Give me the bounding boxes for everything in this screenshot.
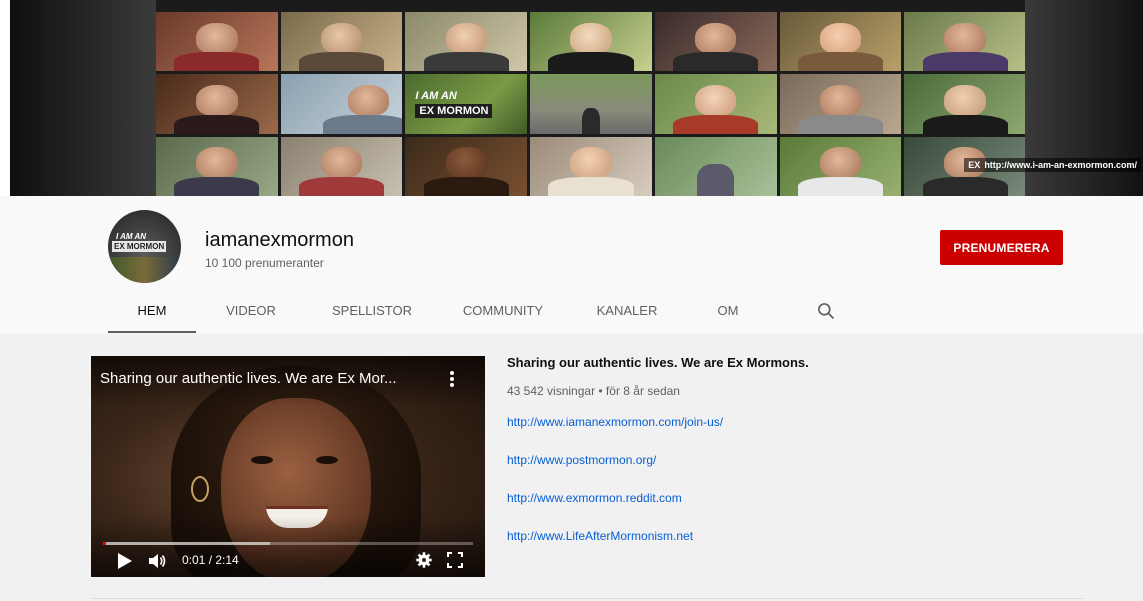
banner-photo	[156, 74, 278, 134]
fullscreen-icon[interactable]	[447, 552, 463, 568]
video-frame-eye	[251, 456, 273, 464]
featured-video-details: Sharing our authentic lives. We are Ex M…	[507, 355, 1067, 543]
play-icon[interactable]	[118, 553, 132, 569]
volume-icon[interactable]	[149, 553, 167, 569]
banner-link-badge: EX	[968, 160, 981, 170]
channel-tabs: HEM VIDEOR SPELLISTOR COMMUNITY KANALER …	[108, 288, 770, 333]
banner-photo	[779, 12, 902, 72]
description-link[interactable]: http://www.exmormon.reddit.com	[507, 491, 1067, 505]
page: I AM AN EX MORMON EX http://www.i-am-an-e…	[0, 0, 1143, 601]
banner-photo	[904, 12, 1026, 72]
banner-photo	[405, 12, 528, 72]
player-time: 0:01 / 2:14	[182, 553, 239, 567]
channel-banner: I AM AN EX MORMON EX http://www.i-am-an-e…	[10, 0, 1143, 196]
banner-photo	[654, 12, 777, 72]
banner-photo	[280, 74, 403, 134]
banner-logo: I AM AN EX MORMON	[405, 74, 528, 134]
progress-buffered	[103, 542, 270, 545]
subscribe-button[interactable]: PRENUMERERA	[940, 230, 1063, 265]
banner-logo-line1: I AM AN	[415, 89, 457, 102]
progress-bar[interactable]	[103, 542, 473, 545]
progress-played	[103, 542, 106, 545]
banner-photo	[530, 136, 652, 196]
section-divider	[92, 598, 1083, 599]
settings-gear-icon[interactable]	[416, 552, 432, 568]
tab-home[interactable]: HEM	[108, 288, 196, 333]
tab-videos[interactable]: VIDEOR	[196, 288, 306, 333]
avatar-logo-line2: EX MORMON	[112, 241, 167, 252]
featured-video-meta: 43 542 visningar • för 8 år sedan	[507, 384, 680, 398]
banner-photo	[156, 136, 278, 196]
video-frame-earring	[191, 476, 209, 502]
tab-about[interactable]: OM	[686, 288, 770, 333]
banner-photo	[280, 136, 403, 196]
banner-photo	[530, 12, 652, 72]
avatar-photo-strip	[108, 257, 181, 283]
subscriber-count: 10 100 prenumeranter	[205, 256, 324, 270]
description-link[interactable]: http://www.iamanexmormon.com/join-us/	[507, 415, 1067, 429]
more-options-icon[interactable]	[445, 370, 459, 388]
tab-channels[interactable]: KANALER	[568, 288, 686, 333]
avatar-logo-line1: I AM AN	[116, 232, 147, 241]
banner-photo	[654, 136, 777, 196]
banner-photo	[904, 74, 1026, 134]
banner-link-overlay[interactable]: EX http://www.i-am-an-exmormon.com/	[964, 158, 1141, 172]
banner-link-text[interactable]: http://www.i-am-an-exmormon.com/	[984, 160, 1137, 170]
banner-photo	[156, 12, 278, 72]
player-video-title[interactable]: Sharing our authentic lives. We are Ex M…	[100, 370, 397, 387]
banner-fade-left	[10, 0, 156, 196]
channel-name: iamanexmormon	[205, 229, 354, 251]
featured-video-player[interactable]: Sharing our authentic lives. We are Ex M…	[91, 356, 485, 577]
banner-photo-grid: I AM AN EX MORMON	[156, 12, 1026, 196]
tab-playlists[interactable]: SPELLISTOR	[306, 288, 438, 333]
channel-home-content: Sharing our authentic lives. We are Ex M…	[0, 333, 1143, 601]
search-icon[interactable]	[816, 301, 836, 321]
banner-photo	[280, 12, 403, 72]
banner-photo	[405, 136, 528, 196]
banner-logo-line2: EX MORMON	[415, 103, 493, 118]
video-frame-eye	[316, 456, 338, 464]
description-link[interactable]: http://www.postmormon.org/	[507, 453, 1067, 467]
banner-photo	[530, 74, 652, 134]
description-link[interactable]: http://www.LifeAfterMormonism.net	[507, 529, 1067, 543]
banner-photo	[779, 74, 902, 134]
featured-video-title[interactable]: Sharing our authentic lives. We are Ex M…	[507, 355, 1067, 370]
tab-community[interactable]: COMMUNITY	[438, 288, 568, 333]
banner-photo	[654, 74, 777, 134]
channel-avatar[interactable]: I AM AN EX MORMON	[108, 210, 181, 283]
banner-photo	[779, 136, 902, 196]
channel-header: I AM AN EX MORMON iamanexmormon 10 100 p…	[0, 196, 1143, 333]
